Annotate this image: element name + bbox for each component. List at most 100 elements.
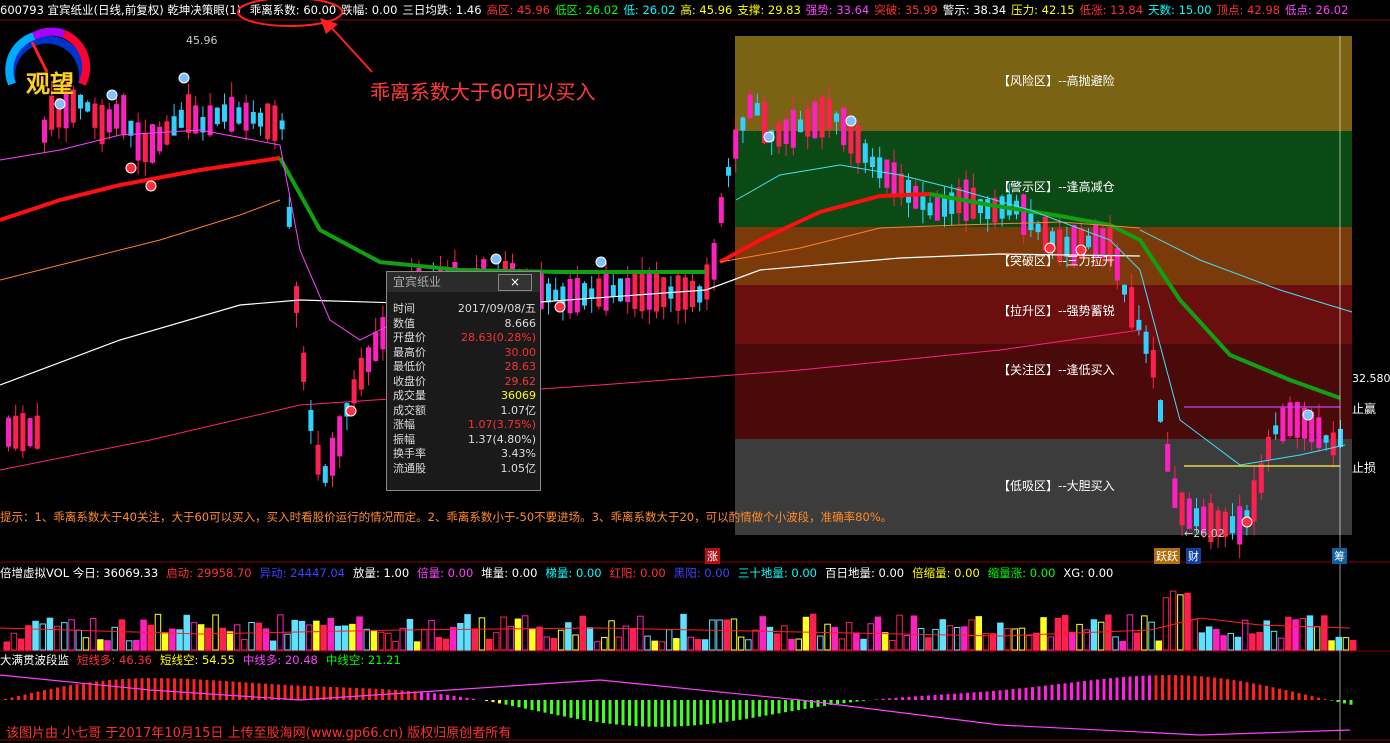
popup-row: 收盘价 29.62 (387, 375, 540, 390)
volume-bar (1148, 621, 1155, 651)
oscillator-bar (550, 700, 553, 714)
oscillator-bar (998, 690, 1002, 700)
popup-row-key: 成交额 (393, 403, 426, 417)
oscillator-bar (173, 678, 176, 700)
popup-row-key: 最高价 (393, 345, 426, 359)
popup-title-bar[interactable]: 宜宾纸业 × (387, 272, 540, 292)
volume-bar (111, 626, 118, 651)
volume-bar (1141, 615, 1148, 651)
volume-bar (183, 614, 190, 651)
candle-body (582, 283, 587, 306)
volume-bar (341, 625, 349, 651)
candle-body (1114, 248, 1120, 281)
price-low-label: ←26.02 (1184, 527, 1225, 540)
volume-bar (745, 639, 752, 651)
volume-bar (1112, 636, 1119, 651)
oscillator-bar (1323, 699, 1327, 700)
candle-body (675, 275, 681, 311)
oscillator-bar (901, 697, 904, 700)
candle-body (567, 279, 573, 314)
header-item: 梯量: 0.00 (545, 566, 602, 580)
data-popup[interactable]: 宜宾纸业 × 时间 2017/09/08/五 数值 8.666 开盘价 28.63(0.2… (386, 271, 541, 491)
popup-row: 数值 8.666 (387, 317, 540, 332)
zone-label: 【低吸区】--大胆买入 (998, 479, 1115, 493)
candle-body (553, 289, 559, 301)
candle-body (135, 122, 141, 161)
close-button[interactable]: × (498, 274, 532, 291)
volume-bar (32, 620, 39, 651)
price-right-label: 32.580 (1352, 372, 1390, 385)
header-item: 红阳: 0.00 (609, 566, 666, 580)
price-high-label: 45.96 (186, 34, 218, 47)
candle-body (862, 143, 868, 163)
oscillator-bar (764, 700, 768, 716)
oscillator-bar (491, 700, 495, 703)
candle-body (1021, 194, 1027, 235)
header-item: 启动: 29958.70 (166, 566, 252, 580)
oscillator-bar (771, 700, 774, 715)
oscillator-bar (641, 700, 644, 727)
oscillator-bar (56, 687, 59, 700)
candle-body (27, 418, 33, 447)
oscillator-bar (1161, 675, 1164, 700)
oscillator-bar (1167, 675, 1171, 700)
oscillator-bar (556, 700, 560, 716)
chart-canvas[interactable] (0, 0, 1390, 743)
zone-label: 【关注区】--逢低买入 (998, 363, 1115, 377)
popup-title: 宜宾纸业 (393, 275, 442, 289)
candle-body (279, 120, 285, 130)
header-item: 中线空: 21.21 (325, 653, 401, 667)
tag-zhang: 涨 (705, 548, 720, 564)
candle-body (884, 159, 890, 188)
oscillator-bar (894, 697, 898, 700)
oscillator-bar (706, 700, 709, 725)
candle-body (322, 466, 328, 483)
oscillator-bar (231, 681, 235, 700)
oscillator-bar (1284, 690, 1288, 700)
volume-bar (190, 622, 198, 651)
oscillator-bar (517, 700, 521, 708)
volume-bar (903, 635, 910, 651)
candle-body (589, 288, 595, 299)
oscillator-bar (920, 695, 924, 700)
volume-bar (795, 638, 802, 651)
volume-bar (255, 622, 262, 651)
oscillator-bar (1005, 689, 1008, 700)
candle-body (373, 331, 379, 361)
annotation-text: 乖离系数大于60可以买入 (370, 80, 596, 104)
oscillator-bar (738, 700, 742, 720)
candle-body (726, 166, 731, 176)
volume-bar (1162, 597, 1170, 651)
oscillator-bar (1252, 683, 1255, 700)
volume-bar (608, 620, 615, 651)
candle-body (178, 109, 184, 128)
volume-bar (824, 623, 831, 651)
volume-bar (1191, 618, 1198, 651)
volume-bar (154, 613, 162, 651)
header-item: 大满贯波段监 (0, 653, 69, 667)
oscillator-bar (881, 698, 885, 700)
candle-body (819, 96, 825, 138)
volume-bar (1256, 631, 1263, 651)
volume-bar (241, 639, 248, 651)
popup-table: 时间 2017/09/08/五 数值 8.666 开盘价 28.63(0.28%) 最高价 3… (387, 302, 540, 476)
oscillator-bar (498, 700, 501, 704)
candle-body (1122, 284, 1127, 295)
oscillator-bar (589, 700, 592, 722)
oscillator-bar (758, 700, 761, 717)
oscillator-bar (855, 700, 859, 702)
header-item: 黑阳: 0.00 (673, 566, 730, 580)
volume-bar (651, 640, 658, 651)
volume-bar (17, 638, 25, 651)
volume-bar (262, 628, 270, 651)
header-item: 中线多: 20.48 (242, 653, 318, 667)
candle-body (121, 95, 127, 135)
oscillator-bar (1239, 681, 1242, 700)
oscillator-bar (465, 697, 469, 700)
oscillator-bar (569, 700, 573, 718)
oscillator-bar (673, 700, 677, 727)
oscillator-bar (504, 700, 508, 705)
volume-bar (406, 618, 414, 651)
header-item: 异动: 24447.04 (259, 566, 345, 580)
volume-bar (766, 626, 774, 651)
